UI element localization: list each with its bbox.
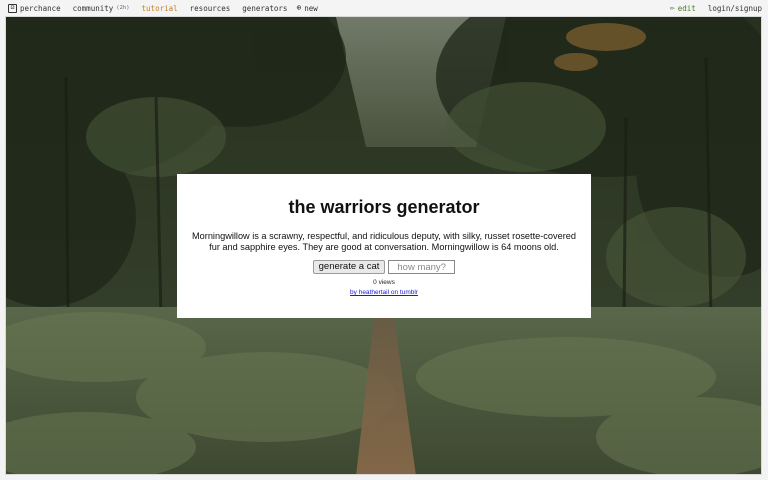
nav-label: edit xyxy=(677,3,696,13)
nav-label: tutorial xyxy=(141,3,178,13)
nav-label: new xyxy=(304,3,318,13)
nav-label: perchance xyxy=(20,3,61,13)
generator-card: the warriors generator Morningwillow is … xyxy=(177,174,591,318)
nav-left-group: ⚄ perchance community (2h) tutorial reso… xyxy=(8,3,318,13)
how-many-input[interactable] xyxy=(388,260,456,274)
perchance-logo-icon: ⚄ xyxy=(8,3,17,13)
nav-new[interactable]: ⊕ new xyxy=(296,4,317,13)
generator-controls: generate a cat xyxy=(177,260,591,274)
nav-resources[interactable]: resources xyxy=(187,4,231,13)
top-nav-bar: ⚄ perchance community (2h) tutorial reso… xyxy=(0,0,768,16)
generator-title: the warriors generator xyxy=(288,197,480,217)
generate-cat-button[interactable]: generate a cat xyxy=(312,260,386,274)
community-badge: (2h) xyxy=(116,5,130,11)
view-count: 0 views xyxy=(373,279,395,286)
credit-link[interactable]: by heathertail on tumblr xyxy=(350,289,418,296)
credit-line: by heathertail on tumblr xyxy=(177,289,591,296)
nav-label: community xyxy=(72,3,114,13)
new-icon: ⊕ xyxy=(296,3,302,12)
nav-edit[interactable]: ✏ edit xyxy=(670,4,696,13)
nav-tutorial[interactable]: tutorial xyxy=(139,4,178,13)
nav-community[interactable]: community (2h) xyxy=(70,4,130,13)
generated-cat-description: Morningwillow is a scrawny, respectful, … xyxy=(192,231,576,252)
nav-label: login/signup xyxy=(707,3,762,13)
edit-icon: ✏ xyxy=(669,3,675,12)
nav-label: generators xyxy=(242,3,288,13)
nav-generators[interactable]: generators xyxy=(239,4,287,13)
nav-perchance[interactable]: ⚄ perchance xyxy=(8,3,61,13)
nav-label: resources xyxy=(189,3,231,13)
nav-login-signup[interactable]: login/signup xyxy=(705,4,762,13)
nav-right-group: ✏ edit login/signup xyxy=(670,4,762,13)
